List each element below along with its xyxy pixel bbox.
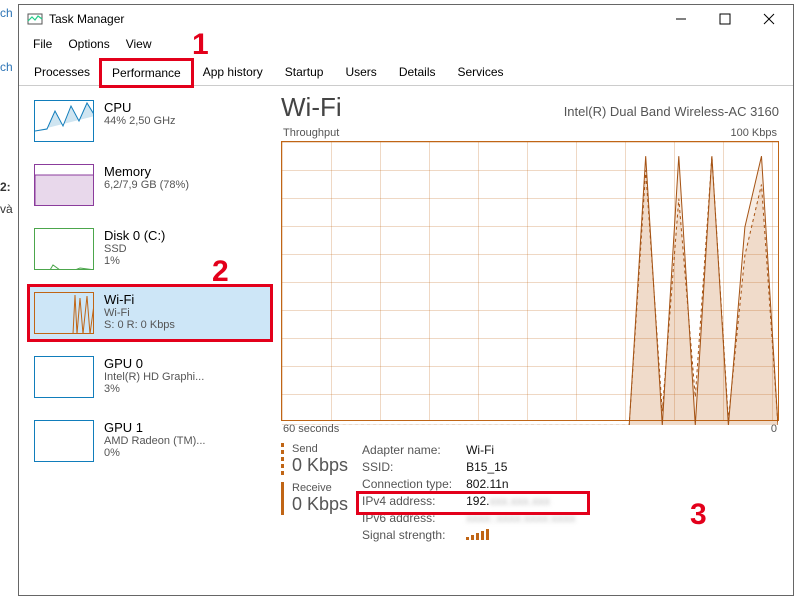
tab-startup[interactable]: Startup: [274, 59, 335, 85]
sidebar-item-sub: AMD Radeon (TM)...: [104, 435, 205, 447]
sidebar-item-gpu1[interactable]: GPU 1 AMD Radeon (TM)... 0%: [29, 414, 271, 468]
task-manager-window: Task Manager File Options View Processes…: [18, 4, 794, 596]
annotation-3: 3: [690, 498, 707, 532]
menu-file[interactable]: File: [27, 35, 58, 53]
annotation-2: 2: [212, 255, 229, 289]
sidebar-item-sub2: S: 0 R: 0 Kbps: [104, 319, 175, 331]
app-icon: [27, 11, 43, 27]
sidebar-item-label: Memory: [104, 164, 189, 179]
sidebar-item-label: GPU 0: [104, 356, 204, 371]
sidebar-item-cpu[interactable]: CPU 44% 2,50 GHz: [29, 94, 271, 148]
sidebar-item-label: Wi-Fi: [104, 292, 175, 307]
detail-key-ipv6: IPv6 address:: [362, 511, 452, 525]
detail-key-signal: Signal strength:: [362, 528, 452, 542]
sidebar-item-sub2: 3%: [104, 383, 204, 395]
detail-val-conn: 802.11n: [466, 477, 586, 491]
sidebar-item-disk0[interactable]: Disk 0 (C:) SSD 1%: [29, 222, 271, 276]
throughput-chart: [281, 141, 779, 421]
gpu0-sparkline-icon: [34, 356, 94, 398]
sidebar-item-sub: 6,2/7,9 GB (78%): [104, 179, 189, 191]
sidebar-item-sub: Wi-Fi: [104, 307, 175, 319]
sidebar-item-label: CPU: [104, 100, 176, 115]
tabstrip: Processes Performance App history Startu…: [19, 59, 793, 86]
annotation-1: 1: [192, 28, 209, 62]
adapter-details: Adapter name: SSID: Connection type: IPv…: [362, 443, 586, 543]
detail-val-ipv6: xxxx::xxxx:xxxx:xxxx: [466, 511, 586, 525]
close-button[interactable]: [747, 5, 791, 33]
send-rate: Send 0 Kbps: [281, 443, 348, 476]
gpu1-sparkline-icon: [34, 420, 94, 462]
cpu-sparkline-icon: [34, 100, 94, 142]
tab-processes[interactable]: Processes: [23, 59, 101, 85]
receive-legend-icon: [281, 482, 284, 515]
throughput-scale: 100 Kbps: [731, 127, 777, 139]
tab-users[interactable]: Users: [334, 59, 387, 85]
minimize-button[interactable]: [659, 5, 703, 33]
adapter-description: Intel(R) Dual Band Wireless-AC 3160: [564, 104, 779, 119]
sidebar-item-sub2: 0%: [104, 447, 205, 459]
receive-rate: Receive 0 Kbps: [281, 482, 348, 515]
sidebar-item-sub: Intel(R) HD Graphi...: [104, 371, 204, 383]
sidebar-item-label: Disk 0 (C:): [104, 228, 165, 243]
sidebar-item-memory[interactable]: Memory 6,2/7,9 GB (78%): [29, 158, 271, 212]
tab-details[interactable]: Details: [388, 59, 447, 85]
detail-key-conn: Connection type:: [362, 477, 452, 491]
detail-val-signal: [466, 528, 586, 543]
sidebar-item-label: GPU 1: [104, 420, 205, 435]
annotation-box-ipv4: [358, 493, 588, 513]
menubar: File Options View: [19, 33, 793, 59]
sidebar-item-wifi[interactable]: Wi-Fi Wi-Fi S: 0 R: 0 Kbps: [29, 286, 271, 340]
titlebar[interactable]: Task Manager: [19, 5, 793, 33]
menu-view[interactable]: View: [120, 35, 158, 53]
detail-key-adapter: Adapter name:: [362, 443, 452, 457]
send-label: Send: [292, 443, 348, 455]
sidebar-item-sub: 44% 2,50 GHz: [104, 115, 176, 127]
window-title: Task Manager: [49, 12, 124, 26]
receive-value: 0 Kbps: [292, 494, 348, 515]
detail-val-adapter: Wi-Fi: [466, 443, 586, 457]
performance-sidebar: CPU 44% 2,50 GHz Memory 6,2/7,9 GB (78%): [19, 86, 277, 594]
menu-options[interactable]: Options: [62, 35, 115, 53]
tab-services[interactable]: Services: [447, 59, 515, 85]
wifi-sparkline-icon: [34, 292, 94, 334]
receive-label: Receive: [292, 482, 348, 494]
memory-sparkline-icon: [34, 164, 94, 206]
disk-sparkline-icon: [34, 228, 94, 270]
performance-main: Wi-Fi Intel(R) Dual Band Wireless-AC 316…: [277, 86, 793, 594]
sidebar-item-sub: SSD: [104, 243, 165, 255]
tab-app-history[interactable]: App history: [192, 59, 274, 85]
sidebar-item-sub2: 1%: [104, 255, 165, 267]
send-legend-icon: [281, 443, 284, 476]
detail-key-ssid: SSID:: [362, 460, 452, 474]
sidebar-item-gpu0[interactable]: GPU 0 Intel(R) HD Graphi... 3%: [29, 350, 271, 404]
throughput-label: Throughput: [283, 127, 339, 139]
tab-performance[interactable]: Performance: [101, 60, 192, 86]
signal-bars-icon: [466, 528, 489, 540]
page-title: Wi-Fi: [281, 92, 342, 123]
maximize-button[interactable]: [703, 5, 747, 33]
send-value: 0 Kbps: [292, 455, 348, 476]
detail-val-ssid: B15_15: [466, 460, 586, 474]
